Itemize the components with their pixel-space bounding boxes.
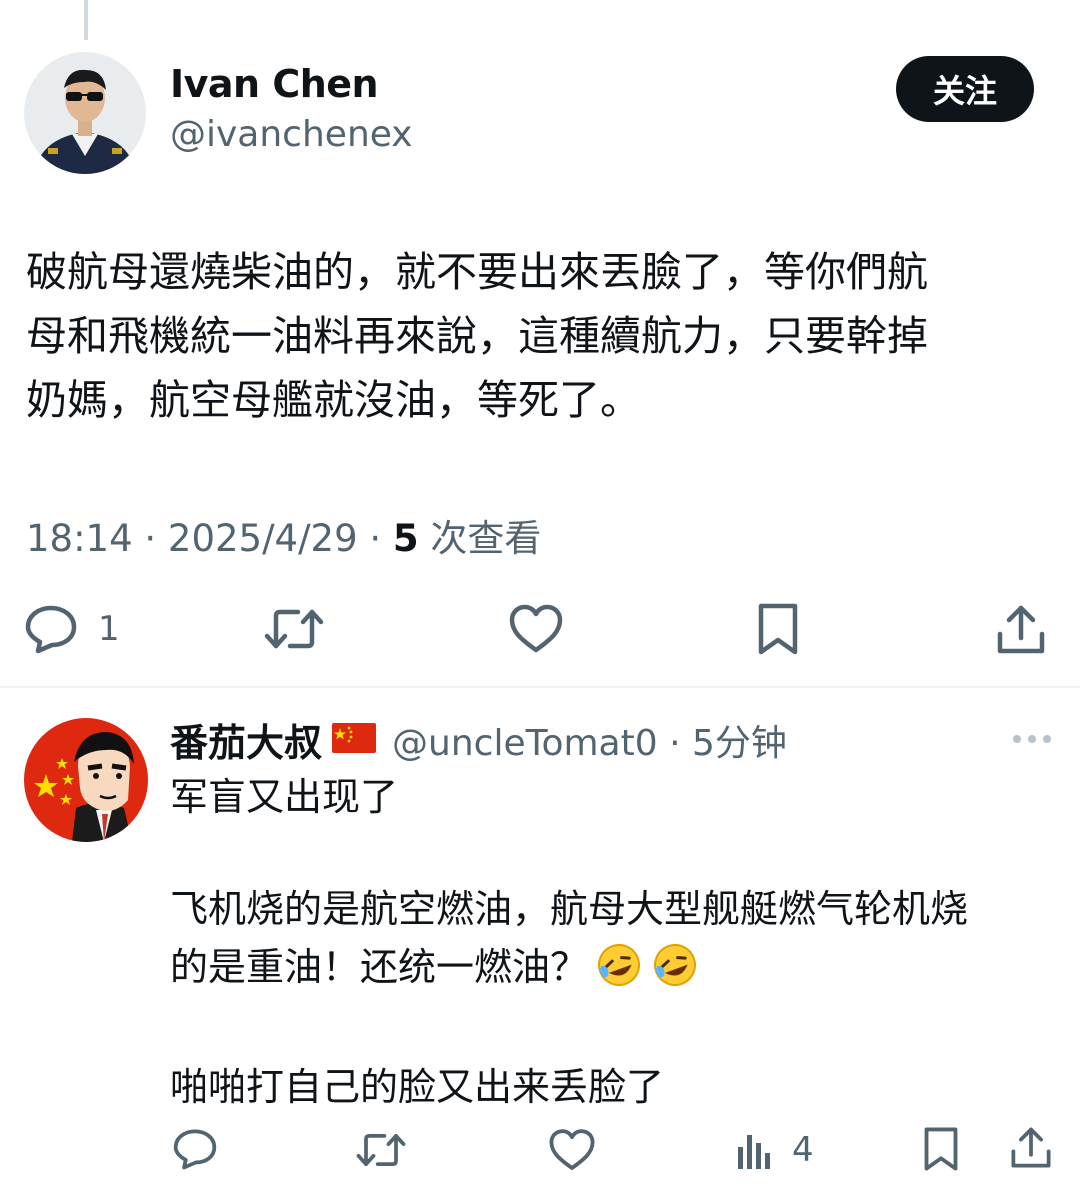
reply-line-with-emoji: 的是重油！还统一燃油？ xyxy=(170,938,1050,1004)
retweet-icon xyxy=(264,606,324,652)
author-avatar[interactable] xyxy=(24,52,146,174)
china-flag-icon xyxy=(332,722,377,757)
like-button[interactable] xyxy=(508,604,564,654)
bookmark-icon xyxy=(922,1126,960,1172)
retweet-icon xyxy=(356,1130,406,1170)
like-icon xyxy=(548,1128,596,1172)
rofl-emoji xyxy=(594,942,644,1004)
like-icon xyxy=(508,604,564,654)
reply-header: 番茄大叔 @uncleTomat0 · 5分钟 xyxy=(170,712,787,767)
reply-line: 啪啪打自己的脸又出来丢脸了 xyxy=(170,1065,665,1109)
reply-views-count: 4 xyxy=(792,1130,814,1170)
reply-button[interactable]: 1 xyxy=(24,604,120,654)
reply-author-name[interactable]: 番茄大叔 xyxy=(170,712,322,767)
share-icon xyxy=(1010,1126,1052,1170)
author-handle[interactable]: @ivanchenex xyxy=(170,114,413,155)
reply-count: 1 xyxy=(98,609,120,649)
bookmark-icon xyxy=(756,602,800,656)
retweet-button[interactable] xyxy=(264,606,324,652)
reply-avatar[interactable] xyxy=(24,718,148,842)
follow-button[interactable]: 关注 xyxy=(896,56,1034,122)
reply-views-button[interactable]: 4 xyxy=(736,1130,814,1170)
more-icon[interactable] xyxy=(1012,730,1052,749)
divider xyxy=(0,686,1080,688)
reply-reply-button[interactable] xyxy=(172,1128,218,1170)
thread-line xyxy=(84,0,88,40)
author-name[interactable]: Ivan Chen xyxy=(170,62,379,106)
views-count: 5 xyxy=(392,517,419,560)
reply-line: 的是重油！还统一燃油？ xyxy=(170,945,589,989)
reply-line: 军盲又出现了 xyxy=(170,775,399,819)
views-icon xyxy=(736,1131,772,1169)
reply-like-button[interactable] xyxy=(548,1128,596,1172)
reply-icon xyxy=(24,604,78,654)
reply-share-button[interactable] xyxy=(1010,1126,1052,1170)
reply-text: 军盲又出现了 飞机烧的是航空燃油，航母大型舰艇燃气轮机烧 的是重油！还统一燃油？… xyxy=(170,768,1050,1116)
reply-bookmark-button[interactable] xyxy=(922,1126,960,1172)
tweet-meta: 18:14 · 2025/4/29 · 5 次查看 xyxy=(26,508,541,562)
share-icon xyxy=(996,604,1046,656)
tweet-text: 破航母還燒柴油的，就不要出來丟臉了，等你們航 母和飛機統一油料再來說，這種續航力… xyxy=(26,248,928,424)
views-label: 次查看 xyxy=(418,517,542,560)
bookmark-button[interactable] xyxy=(756,602,800,656)
reply-author-handle[interactable]: @uncleTomat0 · 5分钟 xyxy=(392,714,787,766)
share-button[interactable] xyxy=(996,604,1046,656)
reply-icon xyxy=(172,1128,218,1170)
reply-line: 飞机烧的是航空燃油，航母大型舰艇燃气轮机烧 xyxy=(170,887,969,931)
reply-retweet-button[interactable] xyxy=(356,1130,406,1170)
tweet-time: 18:14 · 2025/4/29 · xyxy=(26,517,393,560)
rofl-emoji xyxy=(650,942,700,1004)
